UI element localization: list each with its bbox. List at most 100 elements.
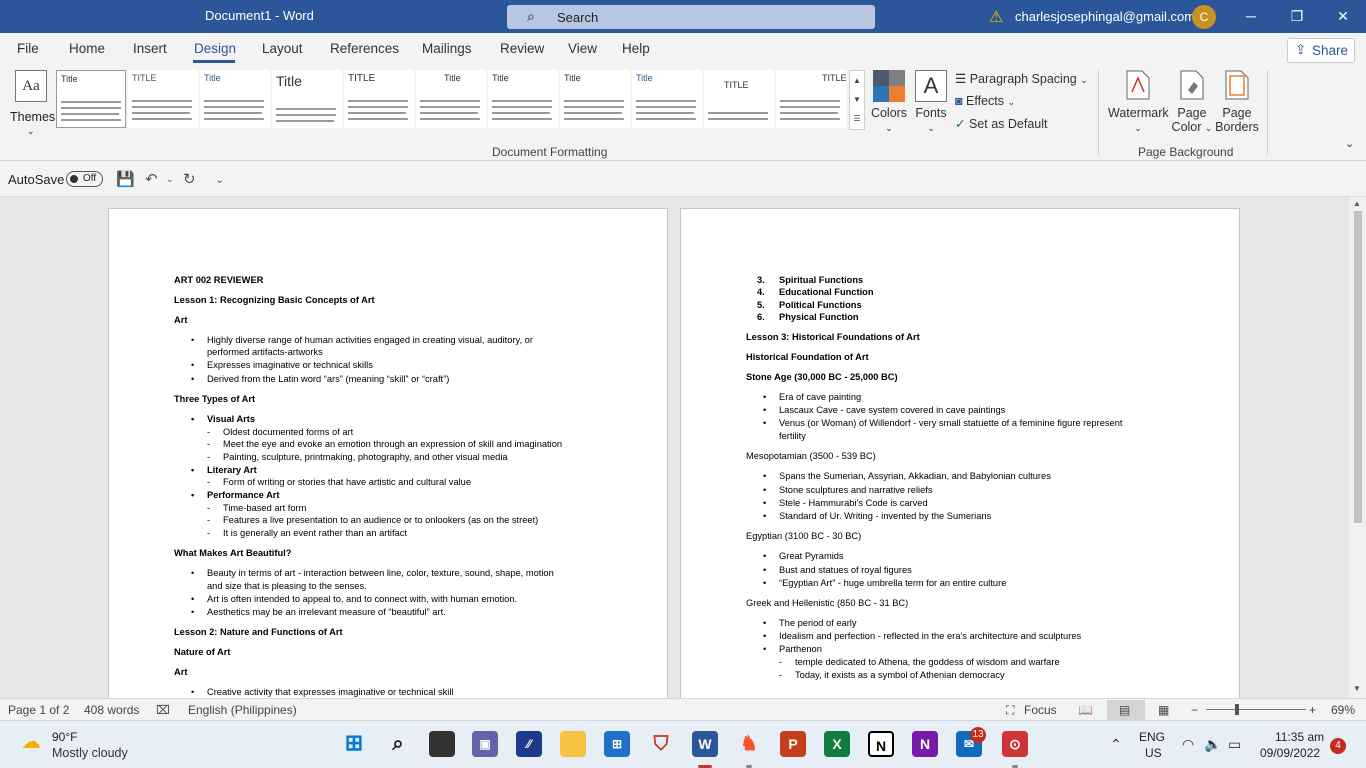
account-email[interactable]: charlesjosephingal@gmail.com [1015,9,1195,24]
colors-button[interactable]: Colors ⌄ [870,70,908,134]
autosave-toggle[interactable]: Off [66,171,103,187]
effects-button[interactable]: ◙ Effects ⌄ [955,94,1015,108]
focus-label[interactable]: Focus [1024,703,1057,717]
close-button[interactable]: ✕ [1328,4,1358,28]
chevron-down-icon[interactable]: ▼ [850,90,864,109]
style-thumbnail[interactable]: Title [200,70,270,128]
chevron-down-icon[interactable]: ⌄ [166,174,174,185]
search-icon[interactable]: ⌕ [385,731,411,757]
style-thumbnail[interactable]: Title [632,70,702,128]
zoom-level[interactable]: 69% [1331,703,1355,717]
restore-button[interactable]: ❐ [1282,4,1312,28]
powerpoint-app-icon[interactable]: P [780,731,806,757]
minimize-button[interactable]: ─ [1236,4,1266,28]
paragraph-spacing-button[interactable]: ☰ Paragraph Spacing ⌄ [955,71,1088,86]
brave-browser-icon[interactable]: ♞ [736,731,762,757]
page-color-button[interactable]: Page Color ⌄ [1170,70,1214,134]
tab-file[interactable]: File [17,41,39,56]
tab-review[interactable]: Review [500,41,544,56]
start-icon[interactable]: ⊞ [341,731,367,757]
undo-icon[interactable]: ↶ [145,170,158,188]
page-count[interactable]: Page 1 of 2 [8,703,69,717]
tab-help[interactable]: Help [622,41,650,56]
tab-references[interactable]: References [330,41,399,56]
search-box[interactable]: ⌕ Search [507,5,875,29]
task-view-icon[interactable] [429,731,455,757]
document-page-2[interactable]: 3. Spiritual Functions 4. Educational Funct… [680,208,1240,698]
thumbnail-title: Title [204,73,221,83]
watermark-button[interactable]: Watermark ⌄ [1108,70,1169,134]
notification-badge[interactable]: 4 [1330,738,1346,754]
avatar[interactable]: C [1192,5,1216,29]
zoom-out-button[interactable]: − [1191,703,1198,717]
file-explorer-icon[interactable] [560,731,586,757]
document-text-line: “Egyptian Art” - huge umbrella term for … [779,578,1007,588]
zoom-slider-thumb[interactable] [1235,704,1239,715]
redo-icon[interactable]: ↻ [183,170,196,188]
share-button[interactable]: ⇪ Share [1287,38,1355,63]
media-app-icon[interactable]: ⁄⁄ [516,731,542,757]
page-borders-button[interactable]: Page Borders [1214,70,1260,134]
chevron-up-icon[interactable]: ⌃ [1110,736,1122,753]
document-page-1[interactable]: ART 002 REVIEWER Lesson 1: Recognizing Ba… [108,208,668,698]
tab-design[interactable]: Design [194,41,236,56]
warning-icon[interactable]: ⚠ [989,7,1003,27]
style-thumbnail[interactable]: TITLE [128,70,198,128]
vertical-scrollbar[interactable]: ▲ ▼ [1350,197,1366,698]
recorder-app-icon[interactable]: ⊙ [1002,731,1028,757]
save-icon[interactable]: 💾 [116,170,135,188]
input-language[interactable]: ENG [1139,730,1165,744]
zoom-in-button[interactable]: + [1309,703,1316,717]
notion-app-icon[interactable]: N [868,731,894,757]
tab-mailings[interactable]: Mailings [422,41,472,56]
style-thumbnail[interactable]: Title [56,70,126,128]
style-thumbnail[interactable]: Title [488,70,558,128]
scroll-up-icon[interactable]: ▲ [1353,199,1361,208]
style-thumbnail[interactable]: TITLE [776,70,846,128]
fonts-button[interactable]: A Fonts ⌄ [912,70,950,134]
customize-qat-icon[interactable]: ⌄ [215,173,224,186]
scrollbar-thumb[interactable] [1354,211,1362,523]
scroll-down-icon[interactable]: ▼ [1353,684,1361,693]
style-thumbnail[interactable]: Title [416,70,486,128]
style-thumbnail[interactable]: TITLE [344,70,414,128]
volume-icon[interactable]: 🔈 [1204,736,1221,753]
tab-home[interactable]: Home [69,41,105,56]
style-thumbnail[interactable]: TITLE [704,70,774,128]
read-mode-icon[interactable]: 📖 [1078,703,1093,717]
web-layout-icon[interactable]: ▦ [1158,703,1169,717]
wifi-icon[interactable]: ◠ [1182,736,1194,753]
style-thumbnail[interactable]: Title [272,70,342,128]
weather-icon[interactable]: ☁ [21,729,41,754]
gallery-scroll[interactable]: ▲ ▼ ☰ [849,70,865,130]
store-icon[interactable]: ⊞ [604,731,630,757]
word-count[interactable]: 408 words [84,703,139,717]
word-app-icon[interactable]: W [692,731,718,757]
page-color-label-2: Color [1171,120,1202,134]
input-region[interactable]: US [1145,746,1162,760]
chat-icon[interactable]: ▣ [472,731,498,757]
clock-date[interactable]: 09/09/2022 [1260,746,1320,760]
clock-time[interactable]: 11:35 am [1275,730,1324,744]
gallery-more-icon[interactable]: ☰ [850,109,864,128]
themes-button[interactable]: Aa Themes ⌄ [10,70,55,140]
proofing-icon[interactable]: ⌧ [156,703,170,717]
excel-app-icon[interactable]: X [824,731,850,757]
set-as-default-button[interactable]: ✓ Set as Default [955,116,1047,131]
battery-icon[interactable]: ▭ [1228,736,1241,753]
language[interactable]: English (Philippines) [188,703,297,717]
style-thumbnail[interactable]: Title [560,70,630,128]
tab-insert[interactable]: Insert [133,41,167,56]
tab-layout[interactable]: Layout [262,41,303,56]
chevron-up-icon[interactable]: ▲ [850,71,864,90]
collapse-ribbon-icon[interactable]: ⌄ [1345,137,1354,150]
focus-icon[interactable]: ⛶ [1006,703,1014,718]
list-bullet: 4. [757,287,765,297]
tab-view[interactable]: View [568,41,597,56]
zoom-slider[interactable] [1206,709,1306,710]
weather-condition[interactable]: Mostly cloudy [52,746,128,760]
security-app-icon[interactable]: ⛉ [648,731,674,757]
thumbnail-title: Title [444,73,461,83]
temperature[interactable]: 90°F [52,730,77,744]
onenote-app-icon[interactable]: N [912,731,938,757]
